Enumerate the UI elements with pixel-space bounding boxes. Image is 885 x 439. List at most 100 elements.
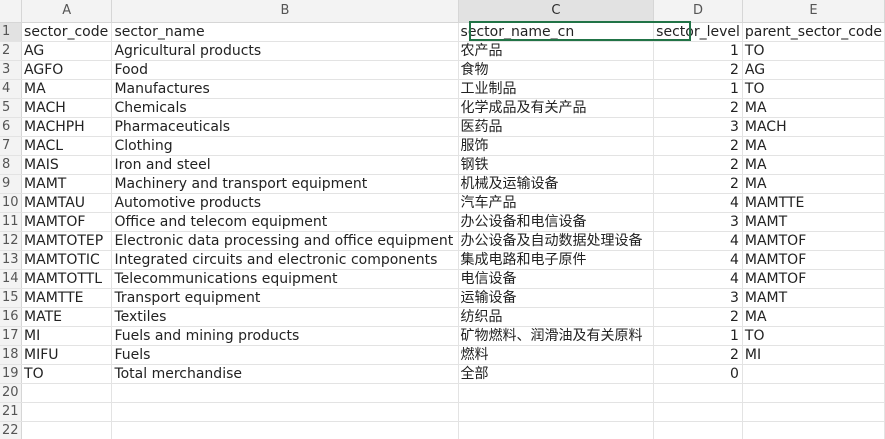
cell-c[interactable]: 化学成品及有关产品 [458,98,655,118]
cell-b[interactable] [111,421,459,439]
cell-b[interactable]: Integrated circuits and electronic compo… [111,250,459,270]
cell-b[interactable]: Textiles [111,307,459,327]
cell-a[interactable]: AGFO [21,60,113,80]
row-header[interactable]: 16 [0,307,23,327]
cell-d[interactable]: 2 [653,174,743,194]
cell-e[interactable] [742,383,885,403]
cell-d[interactable]: 3 [653,212,743,232]
row-header[interactable]: 21 [0,402,23,422]
cell-c[interactable]: 办公设备和电信设备 [458,212,655,232]
cell-c[interactable] [458,421,655,439]
row-header[interactable]: 19 [0,364,23,384]
row-header[interactable]: 5 [0,98,23,118]
cell-b[interactable]: Transport equipment [111,288,459,308]
cell-e[interactable]: MI [742,345,885,365]
cell-b[interactable]: Fuels [111,345,459,365]
cell-a[interactable]: MI [21,326,113,346]
cell-e[interactable]: parent_sector_code [742,22,885,42]
cell-a[interactable]: MAMTOF [21,212,113,232]
cell-b[interactable]: Iron and steel [111,155,459,175]
cell-b[interactable]: Electronic data processing and office eq… [111,231,459,251]
cell-a[interactable]: TO [21,364,113,384]
cell-a[interactable] [21,421,113,439]
cell-e[interactable]: MA [742,174,885,194]
cell-e[interactable]: MA [742,307,885,327]
cell-c[interactable]: 全部 [458,364,655,384]
row-header[interactable]: 15 [0,288,23,308]
cell-d[interactable]: 2 [653,136,743,156]
cell-c[interactable]: 矿物燃料、润滑油及有关原料 [458,326,655,346]
cell-c[interactable]: 医药品 [458,117,655,137]
cell-c[interactable]: 电信设备 [458,269,655,289]
cell-e[interactable]: AG [742,60,885,80]
cell-d[interactable]: 2 [653,345,743,365]
cell-a[interactable]: MIFU [21,345,113,365]
cell-e[interactable]: MA [742,136,885,156]
cell-a[interactable]: MACH [21,98,113,118]
cell-b[interactable]: sector_name [111,22,459,42]
cell-a[interactable]: MAMTOTEP [21,231,113,251]
cell-b[interactable]: Machinery and transport equipment [111,174,459,194]
cell-a[interactable]: MAMTOTIC [21,250,113,270]
cell-a[interactable]: MACHPH [21,117,113,137]
cell-a[interactable]: MAIS [21,155,113,175]
cell-d[interactable] [653,421,743,439]
row-header[interactable]: 10 [0,193,23,213]
cell-e[interactable] [742,421,885,439]
cell-d[interactable]: 4 [653,193,743,213]
row-header[interactable]: 14 [0,269,23,289]
cell-d[interactable]: 4 [653,250,743,270]
column-header-e[interactable]: E [742,0,885,23]
row-header[interactable]: 2 [0,41,23,61]
row-header[interactable]: 7 [0,136,23,156]
cell-a[interactable]: MAMTTE [21,288,113,308]
cell-a[interactable] [21,383,113,403]
cell-d[interactable]: 1 [653,326,743,346]
cell-d[interactable]: 2 [653,98,743,118]
cell-e[interactable]: MAMT [742,212,885,232]
cell-a[interactable]: MAMTOTTL [21,269,113,289]
cell-a[interactable]: MACL [21,136,113,156]
cell-a[interactable]: MAMTAU [21,193,113,213]
cell-d[interactable]: 4 [653,231,743,251]
cell-a[interactable] [21,402,113,422]
cell-e[interactable]: MAMTOF [742,250,885,270]
cell-b[interactable]: Manufactures [111,79,459,99]
cell-d[interactable]: 3 [653,288,743,308]
cell-e[interactable]: TO [742,41,885,61]
cell-a[interactable]: AG [21,41,113,61]
cell-d[interactable]: 2 [653,307,743,327]
cell-d[interactable] [653,402,743,422]
cell-a[interactable]: MATE [21,307,113,327]
row-header[interactable]: 17 [0,326,23,346]
cell-b[interactable]: Food [111,60,459,80]
cell-c[interactable]: 钢铁 [458,155,655,175]
cell-b[interactable]: Agricultural products [111,41,459,61]
cell-a[interactable]: MAMT [21,174,113,194]
cell-e[interactable]: MAMTTE [742,193,885,213]
cell-b[interactable]: Clothing [111,136,459,156]
cell-d[interactable]: 1 [653,79,743,99]
cell-d[interactable]: 3 [653,117,743,137]
cell-d[interactable]: 2 [653,155,743,175]
cell-c[interactable]: 机械及运输设备 [458,174,655,194]
cell-e[interactable]: TO [742,79,885,99]
cell-c[interactable] [458,383,655,403]
cell-c[interactable]: 运输设备 [458,288,655,308]
cell-e[interactable]: TO [742,326,885,346]
cell-b[interactable]: Total merchandise [111,364,459,384]
cell-d[interactable]: sector_level [653,22,743,42]
cell-e[interactable]: MAMTOF [742,231,885,251]
cell-c[interactable]: sector_name_cn [458,22,655,42]
cell-c[interactable]: 集成电路和电子原件 [458,250,655,270]
row-header[interactable]: 8 [0,155,23,175]
cell-c[interactable]: 农产品 [458,41,655,61]
cell-d[interactable]: 0 [653,364,743,384]
row-header[interactable]: 12 [0,231,23,251]
cell-d[interactable]: 1 [653,41,743,61]
cell-e[interactable]: MAMTOF [742,269,885,289]
column-header-d[interactable]: D [653,0,743,23]
row-header[interactable]: 18 [0,345,23,365]
cell-e[interactable] [742,402,885,422]
row-header[interactable]: 20 [0,383,23,403]
